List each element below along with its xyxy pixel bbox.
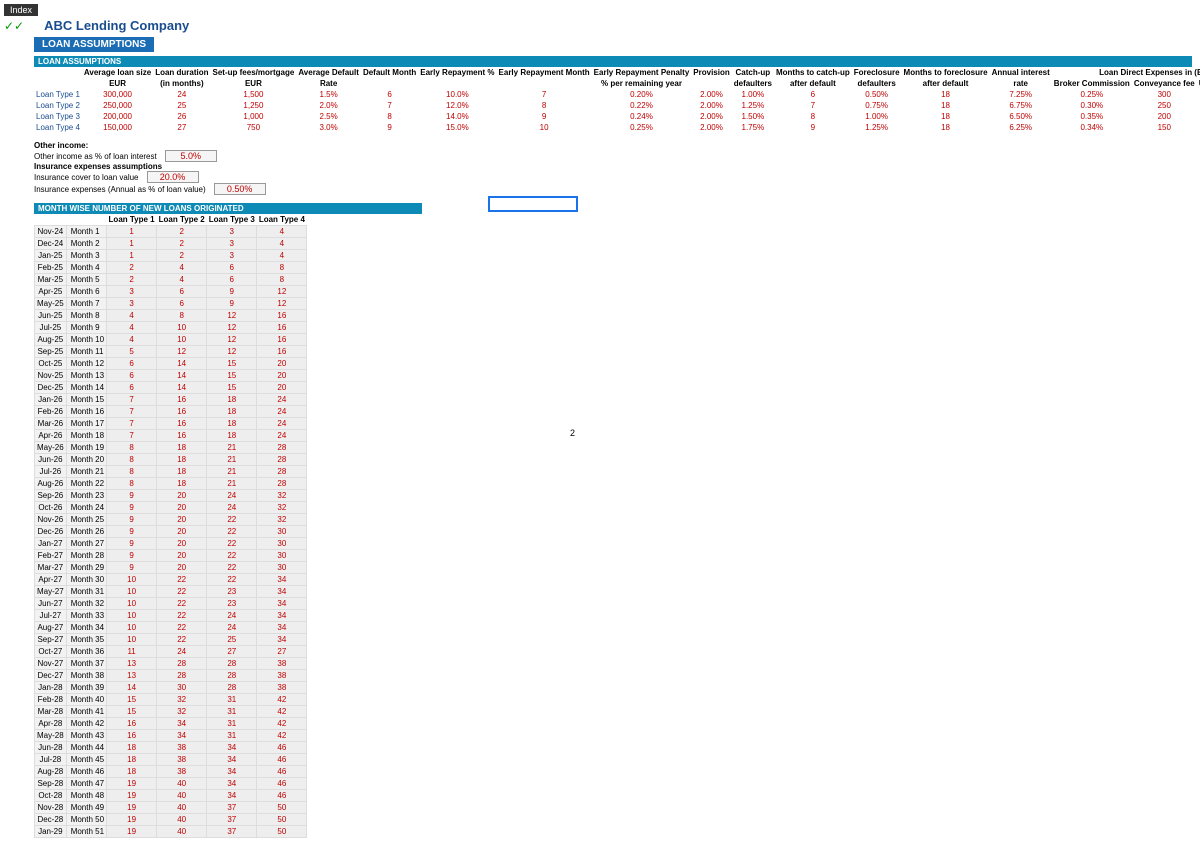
table-row: Nov-28Month 4919403750: [35, 802, 307, 814]
table-row: Mar-28Month 4115323142: [35, 706, 307, 718]
table-row: May-25Month 736912: [35, 298, 307, 310]
table-row: Loan Type 4150,000277503.0%915.0%100.25%…: [34, 122, 1200, 133]
table-row: Jul-26Month 218182128: [35, 466, 307, 478]
table-row: Dec-26Month 269202230: [35, 526, 307, 538]
months-table: Loan Type 1Loan Type 2Loan Type 3Loan Ty…: [34, 214, 307, 838]
table-row: Feb-27Month 289202230: [35, 550, 307, 562]
table-row: Jun-27Month 3210222334: [35, 598, 307, 610]
assumptions-table: Average loan sizeLoan durationSet-up fee…: [34, 67, 1200, 133]
table-row: Nov-27Month 3713282838: [35, 658, 307, 670]
assumptions-header: LOAN ASSUMPTIONS: [34, 56, 1192, 67]
table-row: May-28Month 4316343142: [35, 730, 307, 742]
table-row: Dec-27Month 3813282838: [35, 670, 307, 682]
insurance-cover[interactable]: 20.0%: [147, 171, 199, 183]
table-row: Loan Type 1300,000241,5001.5%610.0%70.20…: [34, 89, 1200, 100]
table-row: Jun-28Month 4418383446: [35, 742, 307, 754]
table-row: Sep-25Month 115121216: [35, 346, 307, 358]
table-row: Sep-28Month 4719403446: [35, 778, 307, 790]
table-row: Jun-26Month 208182128: [35, 454, 307, 466]
table-row: Oct-25Month 126141520: [35, 358, 307, 370]
table-row: Mar-26Month 177161824: [35, 418, 307, 430]
other-income-pct[interactable]: 5.0%: [165, 150, 217, 162]
table-row: Jun-25Month 8481216: [35, 310, 307, 322]
table-row: Dec-24Month 21234: [35, 238, 307, 250]
check-icon: ✓✓: [4, 19, 24, 33]
table-row: Jan-27Month 279202230: [35, 538, 307, 550]
table-row: Jul-25Month 94101216: [35, 322, 307, 334]
selected-cell[interactable]: [488, 196, 578, 212]
table-row: Mar-25Month 52468: [35, 274, 307, 286]
months-header: MONTH WISE NUMBER OF NEW LOANS ORIGINATE…: [34, 203, 422, 214]
table-row: Jan-29Month 5119403750: [35, 826, 307, 838]
table-row: Aug-26Month 228182128: [35, 478, 307, 490]
table-row: Dec-28Month 5019403750: [35, 814, 307, 826]
table-row: Jan-26Month 157161824: [35, 394, 307, 406]
table-row: Apr-25Month 636912: [35, 286, 307, 298]
table-row: Aug-25Month 104101216: [35, 334, 307, 346]
table-row: Dec-25Month 146141520: [35, 382, 307, 394]
table-row: Sep-26Month 239202432: [35, 490, 307, 502]
table-row: Nov-25Month 136141520: [35, 370, 307, 382]
page-number: 2: [570, 428, 575, 438]
index-button[interactable]: Index: [4, 4, 38, 16]
table-row: Feb-26Month 167161824: [35, 406, 307, 418]
banner: LOAN ASSUMPTIONS: [34, 37, 154, 52]
table-row: Apr-26Month 187161824: [35, 430, 307, 442]
table-row: Oct-28Month 4819403446: [35, 790, 307, 802]
table-row: Jul-28Month 4518383446: [35, 754, 307, 766]
insurance-exp[interactable]: 0.50%: [214, 183, 266, 195]
table-row: Jan-25Month 31234: [35, 250, 307, 262]
table-row: Feb-25Month 42468: [35, 262, 307, 274]
table-row: Mar-27Month 299202230: [35, 562, 307, 574]
table-row: Jan-28Month 3914302838: [35, 682, 307, 694]
table-row: May-27Month 3110222334: [35, 586, 307, 598]
table-row: Jul-27Month 3310222434: [35, 610, 307, 622]
table-row: May-26Month 198182128: [35, 442, 307, 454]
table-row: Apr-28Month 4216343142: [35, 718, 307, 730]
table-row: Oct-27Month 3611242727: [35, 646, 307, 658]
table-row: Aug-28Month 4618383446: [35, 766, 307, 778]
page-title: ABC Lending Company: [44, 18, 189, 33]
other-income-block: Other income: Other income as % of loan …: [34, 141, 1196, 195]
table-row: Loan Type 2250,000251,2502.0%712.0%80.22…: [34, 100, 1200, 111]
table-row: Oct-26Month 249202432: [35, 502, 307, 514]
table-row: Apr-27Month 3010222234: [35, 574, 307, 586]
table-row: Aug-27Month 3410222434: [35, 622, 307, 634]
table-row: Nov-24Month 11234: [35, 226, 307, 238]
table-row: Nov-26Month 259202232: [35, 514, 307, 526]
table-row: Loan Type 3200,000261,0002.5%814.0%90.24…: [34, 111, 1200, 122]
table-row: Feb-28Month 4015323142: [35, 694, 307, 706]
table-row: Sep-27Month 3510222534: [35, 634, 307, 646]
